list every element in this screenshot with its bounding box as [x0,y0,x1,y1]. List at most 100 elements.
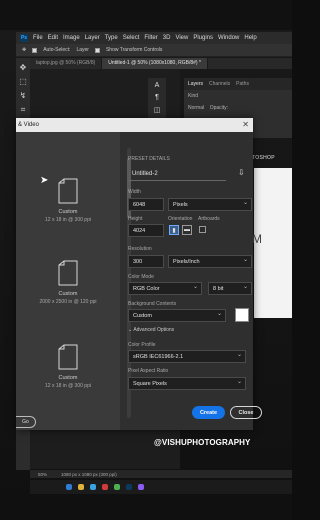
resolution-unit-select[interactable]: Pixels/Inch [168,255,252,268]
width-input[interactable]: 6048 [128,198,164,211]
marquee-icon[interactable]: ⬚ [19,78,27,86]
screen: Ps File Edit Image Layer Type Select Fil… [0,0,292,520]
document-letter: M [252,232,262,246]
zoom-level[interactable]: 50% [38,472,47,477]
folder-icon[interactable] [78,484,84,490]
advanced-options-toggle[interactable]: ⌄ Advanced Options [128,327,174,333]
tab-layers[interactable]: Layers [188,81,203,87]
opacity-label: Opacity: [209,105,229,111]
pixel-aspect-label: Pixel Aspect Ratio [128,368,169,374]
preset-details-heading: PRESET DETAILS [128,156,170,162]
background-contents-select[interactable]: Custom [128,309,226,322]
landscape-orientation-icon[interactable]: ▬ [182,225,192,235]
background-contents-label: Background Contents [128,301,177,307]
auto-select-target[interactable]: Layer [76,47,89,53]
watermark: @VISHUPHOTOGRAPHY [154,438,251,447]
width-unit-select[interactable]: Pixels [168,198,252,211]
document-icon [58,260,78,286]
document-icon [58,344,78,370]
top-shadow [0,0,292,30]
preset-name: Custom [58,375,78,381]
preset-list: Custom 12 x 18 in @ 300 ppi Custom 2000 … [16,132,120,430]
crop-icon[interactable]: ⌗ [19,106,27,114]
background-color-swatch[interactable] [235,308,249,322]
menu-image[interactable]: Image [63,35,80,41]
show-transform-checkbox[interactable] [94,47,100,53]
edge-icon[interactable] [90,484,96,490]
artboards-checkbox[interactable] [199,226,206,233]
portrait-orientation-icon[interactable]: ▮ [169,225,179,235]
preset-dims: 12 x 18 in @ 300 ppi [45,383,91,389]
preset-name: Custom [58,209,78,215]
document-name-input[interactable]: Untitled-2 [128,168,226,181]
menu-type[interactable]: Type [105,35,118,41]
preset-item[interactable]: Custom 2000 x 2500 in @ 120 ppi [16,260,120,305]
paragraph-icon[interactable]: ¶ [155,94,159,101]
document-tabs: laptop.jpg @ 50% (RGB/8) Untitled-1 @ 50… [30,58,292,69]
new-document-dialog: & Video ✕ Custom 12 x 18 in @ 300 ppi Cu… [16,118,262,430]
go-button[interactable]: Go [16,416,36,428]
blend-mode[interactable]: Normal Opacity: [184,102,292,114]
tab-untitled-1[interactable]: Untitled-1 @ 50% (1080x1080, RGB/8#) * [102,58,208,69]
color-profile-label: Color Profile [128,342,156,348]
menu-view[interactable]: View [175,35,188,41]
cube-icon[interactable]: ◫ [154,106,161,114]
canvas-text: TOSHOP [252,155,275,161]
close-icon[interactable]: ✕ [242,120,249,129]
menu-3d[interactable]: 3D [163,35,171,41]
mouse-cursor-icon: ➤ [40,175,49,186]
orientation-label: Orientation [168,216,193,222]
document-icon [58,178,78,204]
preset-item[interactable]: Custom 12 x 18 in @ 300 ppi [16,344,120,389]
menu-select[interactable]: Select [123,35,140,41]
color-mode-label: Color Mode [128,274,154,280]
menu-help[interactable]: Help [244,35,256,41]
app-icon[interactable] [138,484,144,490]
resolution-input[interactable]: 300 [128,255,164,268]
dialog-title: & Video [16,118,253,132]
auto-select-checkbox[interactable] [32,47,38,53]
options-bar: ✥ Auto-Select: Layer Show Transform Cont… [16,44,292,57]
tab-paths[interactable]: Paths [236,81,249,87]
menu-plugins[interactable]: Plugins [193,35,213,41]
width-label: Width [128,189,141,195]
layers-kind-filter[interactable]: Kind [184,90,292,102]
resolution-label: Resolution [128,246,152,252]
photoshop-icon[interactable] [126,484,132,490]
menu-filter[interactable]: Filter [144,35,157,41]
artboards-label: Artboards [198,216,220,222]
color-profile-select[interactable]: sRGB IEC61966-2.1 [128,350,246,363]
tab-laptop[interactable]: laptop.jpg @ 50% (RGB/8) [30,58,103,69]
close-button[interactable]: Close [230,406,262,419]
status-bar: 50% 1080 px x 1080 px (300 ppi) [30,470,292,478]
lasso-icon[interactable]: ↯ [19,92,27,100]
auto-select-label: Auto-Select: [43,47,71,53]
bit-depth-select[interactable]: 8 bit [208,282,252,295]
app-icon[interactable] [102,484,108,490]
blend-mode-value: Normal [188,105,205,111]
taskbar [30,480,292,494]
menu-layer[interactable]: Layer [85,35,100,41]
menu-file[interactable]: File [33,35,43,41]
menu-bar: Ps File Edit Image Layer Type Select Fil… [16,32,292,44]
menu-edit[interactable]: Edit [48,35,58,41]
save-preset-icon[interactable]: ⇩ [238,168,245,177]
show-transform-label: Show Transform Controls [105,47,163,53]
start-icon[interactable] [66,484,72,490]
move-tool-icon[interactable]: ✥ [22,47,26,53]
advanced-options-label: Advanced Options [133,327,175,333]
move-icon[interactable]: ✥ [19,64,27,72]
type-icon[interactable]: A [155,82,160,89]
preset-name: Custom [58,291,78,297]
preset-dims: 2000 x 2500 in @ 120 ppi [39,299,97,305]
create-button[interactable]: Create [192,406,225,419]
tab-channels[interactable]: Channels [209,81,230,87]
height-input[interactable]: 4024 [128,224,164,237]
document-size: 1080 px x 1080 px (300 ppi) [61,471,117,477]
chrome-icon[interactable] [114,484,120,490]
preset-item[interactable]: Custom 12 x 18 in @ 300 ppi [16,178,120,223]
pixel-aspect-select[interactable]: Square Pixels [128,377,246,390]
menu-window[interactable]: Window [218,35,239,41]
photoshop-logo-icon: Ps [20,34,28,42]
color-mode-select[interactable]: RGB Color [128,282,202,295]
